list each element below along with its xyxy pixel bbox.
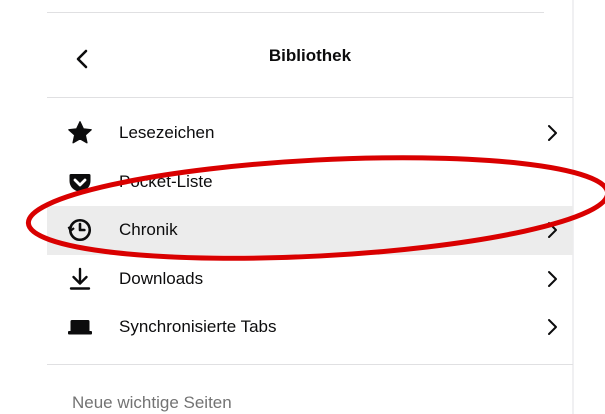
- pocket-icon: [67, 169, 93, 195]
- menu-item-downloads[interactable]: Downloads: [47, 255, 573, 304]
- history-clock-icon: [67, 217, 93, 243]
- menu-item-pocket-list[interactable]: Pocket-Liste: [47, 158, 573, 207]
- section-heading-highlights: Neue wichtige Seiten: [72, 393, 232, 412]
- chevron-left-icon: [76, 49, 88, 69]
- panel-title: Bibliothek: [268, 46, 352, 65]
- back-button[interactable]: [67, 44, 97, 74]
- menu-item-history[interactable]: Chronik: [47, 206, 573, 255]
- top-divider: [47, 12, 544, 13]
- star-icon: [67, 120, 93, 146]
- header-separator: [47, 97, 573, 98]
- library-menu: Lesezeichen Pocket-Liste Chronik Downloa…: [47, 109, 573, 352]
- menu-item-label: Chronik: [119, 220, 178, 240]
- panel-header: Bibliothek: [47, 36, 573, 86]
- chevron-right-icon: [548, 125, 557, 142]
- chevron-right-icon: [548, 222, 557, 239]
- chevron-right-icon: [548, 319, 557, 336]
- menu-item-label: Synchronisierte Tabs: [119, 317, 277, 337]
- menu-item-label: Lesezeichen: [119, 123, 215, 143]
- chevron-right-icon: [548, 270, 557, 287]
- library-panel: Bibliothek Lesezeichen Pocket-Liste Chro…: [0, 0, 605, 414]
- menu-item-synced-tabs[interactable]: Synchronisierte Tabs: [47, 303, 573, 352]
- menu-item-bookmarks[interactable]: Lesezeichen: [47, 109, 573, 158]
- section-separator: [47, 364, 573, 365]
- menu-item-label: Pocket-Liste: [119, 171, 213, 191]
- menu-item-label: Downloads: [119, 268, 204, 288]
- download-arrow-icon: [67, 266, 93, 292]
- synced-tabs-laptop-icon: [67, 314, 93, 340]
